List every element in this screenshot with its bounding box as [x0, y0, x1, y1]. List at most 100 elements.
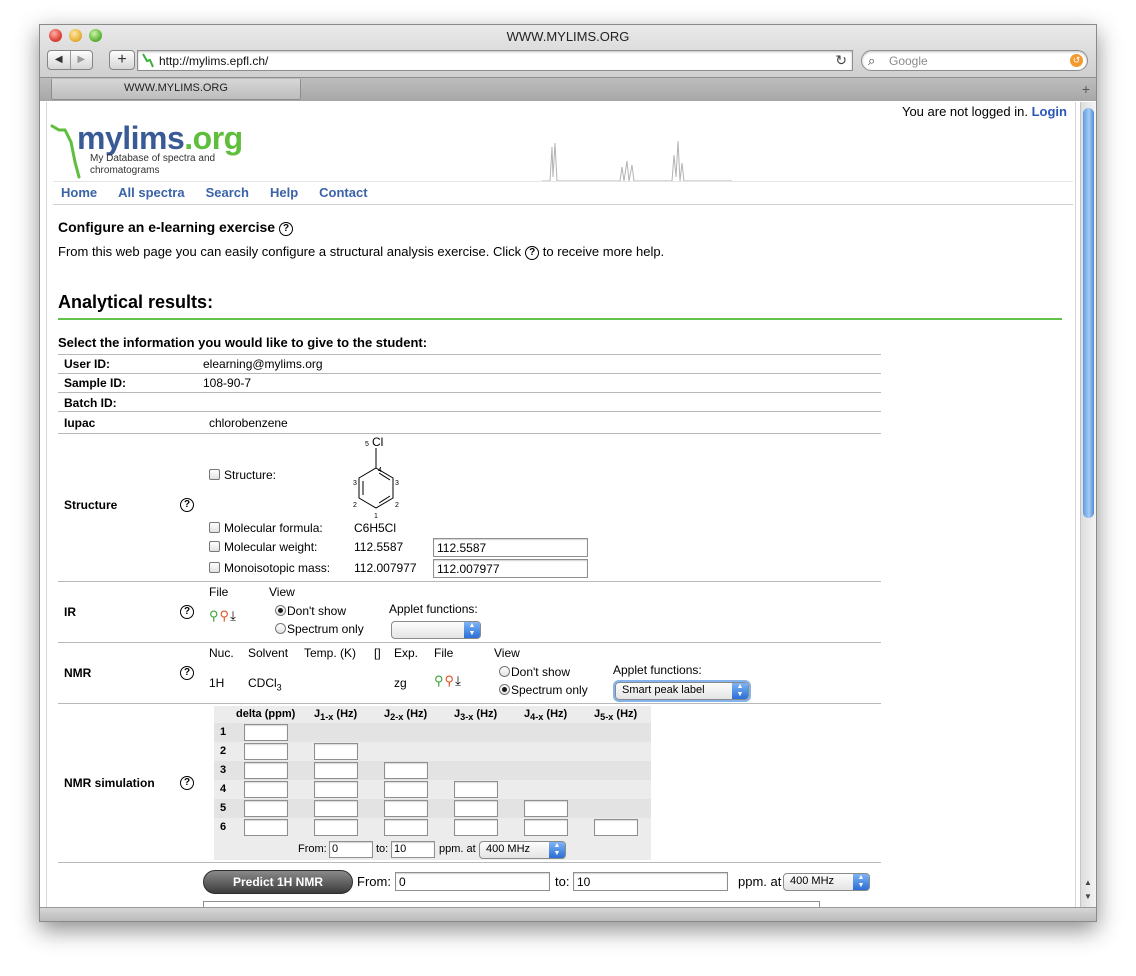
scrollbar-thumb[interactable] [1083, 108, 1094, 518]
nav-contact[interactable]: Contact [319, 185, 367, 200]
ir-view-dont-show: Don't show [275, 604, 346, 618]
predict-ppm-label: ppm. at [738, 874, 782, 889]
col-j1: J1-x (Hz) [314, 708, 357, 722]
config-title-text: Configure an e-learning exercise [58, 219, 276, 235]
atom-number-3-left: 3 [353, 480, 357, 487]
predict-to-input[interactable]: 10 [573, 872, 728, 891]
sim-freq-value: 400 MHz [486, 843, 531, 855]
mono-input[interactable]: 112.007977 [433, 559, 588, 578]
select-caret-icon: ▲ ▼ [464, 622, 480, 638]
login-link[interactable]: Login [1032, 104, 1067, 119]
sim-j-input[interactable] [314, 800, 358, 817]
nmr-spectrum-only-radio[interactable] [499, 684, 510, 695]
col-j4-sub: 4-x [530, 712, 544, 723]
sim-delta-input[interactable] [244, 724, 288, 741]
site-logo[interactable]: mylims.org [77, 120, 243, 157]
ir-applet-select[interactable]: ▲ ▼ [391, 621, 481, 639]
sim-j-input[interactable] [454, 781, 498, 798]
mono-checkbox[interactable] [209, 562, 220, 573]
col-j5: J5-x (Hz) [594, 708, 637, 722]
view-green-icon[interactable]: ⚲ [434, 673, 445, 688]
new-tab-icon[interactable]: + [1082, 81, 1090, 97]
help-icon[interactable]: ? [525, 246, 540, 260]
nmr-dont-show-radio[interactable] [499, 666, 510, 677]
view-red-icon[interactable]: ⚲ [445, 673, 456, 688]
help-icon[interactable]: ? [279, 222, 294, 236]
atom-number-4: 4 [378, 467, 382, 474]
formula-checkbox[interactable] [209, 522, 220, 533]
sim-delta-input[interactable] [244, 762, 288, 779]
download-icon[interactable]: ⤓ [230, 608, 237, 623]
atom-number-2-right: 2 [395, 502, 399, 509]
predict-freq-select[interactable]: 400 MHz ▲ ▼ [783, 873, 870, 891]
ir-dont-show-radio[interactable] [275, 605, 286, 616]
sim-delta-input[interactable] [244, 819, 288, 836]
vertical-scrollbar[interactable]: ▲ ▼ [1080, 102, 1096, 907]
reload-icon[interactable]: ↻ [835, 52, 847, 69]
view-red-icon[interactable]: ⚲ [220, 608, 231, 623]
sim-freq-select[interactable]: 400 MHz ▲ ▼ [479, 841, 566, 859]
col-j2: J2-x (Hz) [384, 708, 427, 722]
status-bar [40, 907, 1096, 921]
sim-j-input[interactable] [314, 762, 358, 779]
sim-j-input[interactable] [524, 800, 568, 817]
nmr-header-brackets: [] [374, 646, 381, 660]
sim-row-number: 1 [220, 726, 227, 738]
user-id-value: elearning@mylims.org [203, 357, 323, 371]
row-batch-id: Batch ID: [58, 392, 881, 411]
nav-all-spectra[interactable]: All spectra [118, 185, 184, 200]
nmr-view-dont-show: Don't show [499, 665, 570, 679]
help-icon[interactable]: ? [180, 776, 194, 790]
predict-freq-value: 400 MHz [790, 875, 835, 887]
predict-1h-nmr-button[interactable]: Predict 1H NMR [203, 870, 353, 894]
snapback-icon[interactable]: ↺ [1070, 54, 1083, 67]
address-bar[interactable]: http://mylims.epfl.ch/ ↻ [137, 50, 853, 71]
sim-from-input[interactable]: 0 [329, 841, 373, 858]
predict-from-label: From: [357, 874, 391, 889]
sim-to-input[interactable]: 10 [391, 841, 435, 858]
sim-j-input[interactable] [314, 781, 358, 798]
sim-j-input[interactable] [314, 819, 358, 836]
sim-j-input[interactable] [314, 743, 358, 760]
predict-from-input[interactable]: 0 [395, 872, 550, 891]
url-text[interactable]: http://mylims.epfl.ch/ [159, 54, 268, 68]
sim-j-input[interactable] [454, 819, 498, 836]
ir-spectrum-only-radio[interactable] [275, 623, 286, 634]
weight-input[interactable]: 112.5587 [433, 538, 588, 557]
search-placeholder[interactable]: Google [889, 54, 928, 68]
download-icon[interactable]: ⤓ [455, 673, 462, 688]
select-title: Select the information you would like to… [58, 335, 428, 350]
add-bookmark-button[interactable]: + [109, 50, 135, 70]
forward-icon[interactable]: ▶ [69, 51, 93, 69]
structure-checkbox[interactable] [209, 469, 220, 480]
nmr-applet-select[interactable]: Smart peak label ▲ ▼ [615, 682, 749, 700]
sim-delta-input[interactable] [244, 743, 288, 760]
weight-option: Molecular weight: [209, 540, 317, 554]
view-green-icon[interactable]: ⚲ [209, 608, 220, 623]
col-j3-sub: 3-x [460, 712, 474, 723]
help-icon[interactable]: ? [180, 666, 194, 680]
help-icon[interactable]: ? [180, 605, 194, 619]
nav-search[interactable]: Search [206, 185, 249, 200]
sim-j-input[interactable] [384, 762, 428, 779]
sim-j-input[interactable] [384, 781, 428, 798]
nav-home[interactable]: Home [61, 185, 97, 200]
sim-j-input[interactable] [384, 819, 428, 836]
scroll-down-icon[interactable]: ▼ [1084, 892, 1092, 901]
sim-j-input[interactable] [384, 800, 428, 817]
tab-mylims[interactable]: WWW.MYLIMS.ORG [51, 79, 301, 100]
scroll-up-icon[interactable]: ▲ [1084, 878, 1092, 887]
nav-help[interactable]: Help [270, 185, 298, 200]
help-icon[interactable]: ? [180, 498, 194, 512]
atom-number-5: 5 [365, 441, 369, 448]
atom-cl-label: Cl [372, 435, 383, 449]
back-icon[interactable]: ◀ [48, 51, 70, 69]
sim-j-input[interactable] [524, 819, 568, 836]
weight-checkbox[interactable] [209, 541, 220, 552]
sim-delta-input[interactable] [244, 781, 288, 798]
sim-j-input[interactable] [594, 819, 638, 836]
sim-j-input[interactable] [454, 800, 498, 817]
atom-number-2-left: 2 [353, 502, 357, 509]
sim-delta-input[interactable] [244, 800, 288, 817]
search-field[interactable]: ⌕ Google ↺ [861, 50, 1088, 71]
